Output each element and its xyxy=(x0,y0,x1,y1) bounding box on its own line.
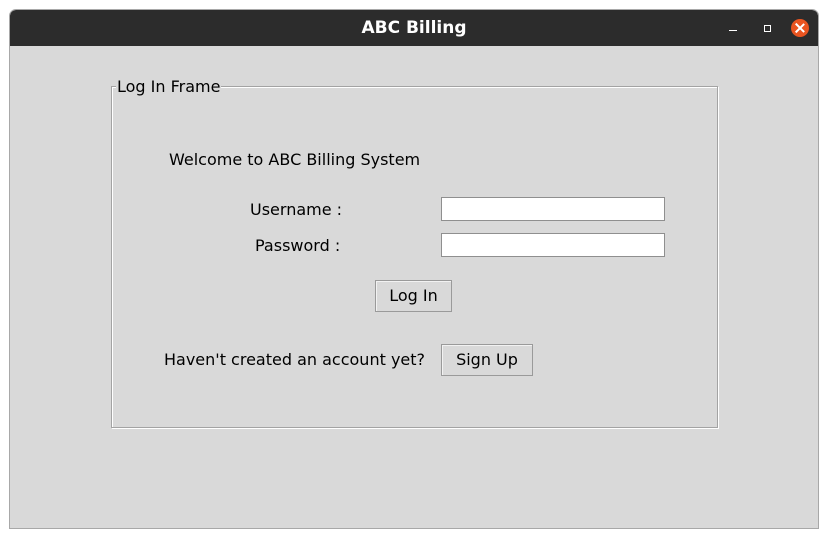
close-button[interactable] xyxy=(791,19,809,37)
password-label: Password : xyxy=(255,236,341,255)
login-button[interactable]: Log In xyxy=(375,280,452,312)
minimize-button[interactable] xyxy=(723,18,743,38)
window-title: ABC Billing xyxy=(361,18,467,38)
app-window: ABC Billing Log In Frame Welcome to ABC … xyxy=(9,9,819,529)
login-frame xyxy=(111,86,718,428)
username-input[interactable] xyxy=(441,197,665,221)
signup-button[interactable]: Sign Up xyxy=(441,344,533,376)
username-label: Username : xyxy=(250,200,343,219)
login-frame-label: Log In Frame xyxy=(116,77,222,97)
maximize-icon xyxy=(763,24,771,32)
minimize-icon xyxy=(729,29,737,31)
welcome-text: Welcome to ABC Billing System xyxy=(169,150,421,169)
close-icon xyxy=(795,23,805,33)
maximize-button[interactable] xyxy=(757,18,777,38)
password-input[interactable] xyxy=(441,233,665,257)
no-account-text: Haven't created an account yet? xyxy=(164,350,426,369)
title-bar[interactable]: ABC Billing xyxy=(10,10,818,46)
